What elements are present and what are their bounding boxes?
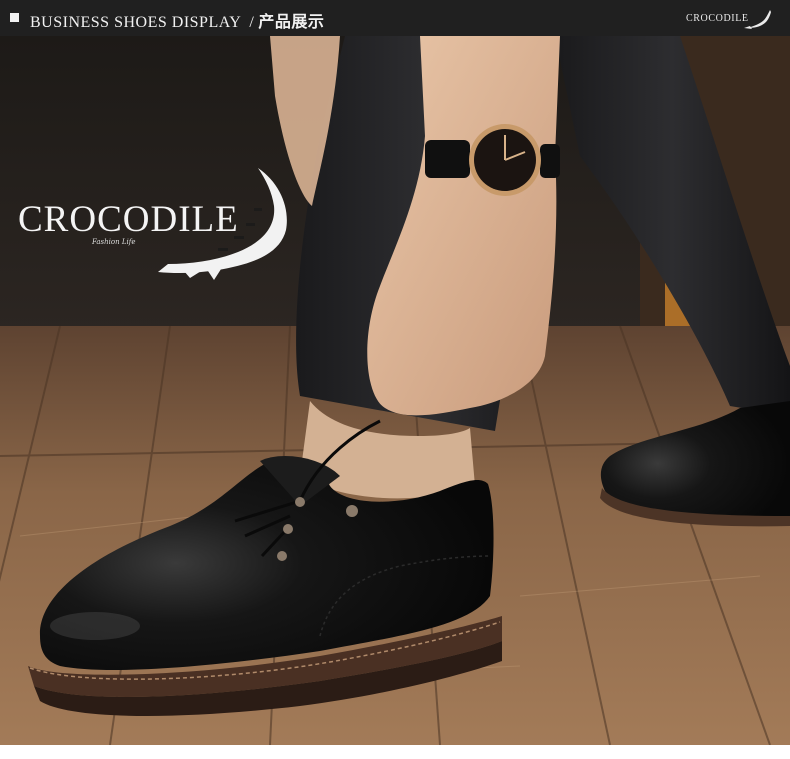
crocodile-icon [744,10,771,29]
title-chinese: 产品展示 [258,12,325,31]
header-brand-logo: CROCODILE [686,6,776,30]
header-bar: BUSINESS SHOES DISPLAY / 产品展示 CROCODILE [0,0,790,36]
brand-logo-overlay: CROCODILE Fashion Life [18,168,298,288]
square-bullet-icon [10,13,19,22]
photo-scene [0,36,790,745]
title-separator: / [249,14,255,31]
bottom-margin [0,745,790,759]
title-english: BUSINESS SHOES DISPLAY [30,14,242,31]
page-title: BUSINESS SHOES DISPLAY / 产品展示 [30,8,324,32]
crocodile-icon [158,168,287,280]
product-display-page: BUSINESS SHOES DISPLAY /产品展示 CROCODILE [0,0,790,759]
product-photo: CROCODILE Fashion Life [0,36,790,745]
